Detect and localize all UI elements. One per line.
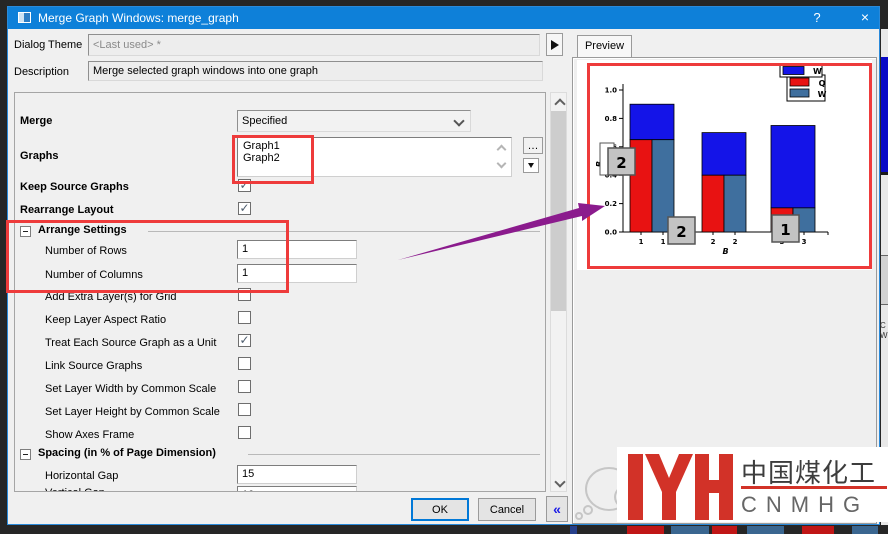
graphs-item-2[interactable]: Graph2 xyxy=(238,152,511,164)
layer-width-scale-label: Set Layer Width by Common Scale xyxy=(45,383,217,395)
merge-label: Merge xyxy=(20,115,53,127)
treat-as-unit-checkbox[interactable] xyxy=(238,334,251,347)
graphs-listbox[interactable]: Graph1 Graph2 xyxy=(237,137,512,177)
watermark-chinese-text: 中国煤化工 xyxy=(741,458,877,488)
background-label-c: C xyxy=(880,321,886,330)
description-label: Description xyxy=(14,66,70,78)
doodle-dot xyxy=(575,512,583,520)
background-color-block xyxy=(712,526,737,534)
horizontal-gap-label: Horizontal Gap xyxy=(45,470,119,482)
svg-text:0.2: 0.2 xyxy=(605,200,618,208)
link-source-graphs-label: Link Source Graphs xyxy=(45,360,143,372)
background-dark-line xyxy=(881,172,888,175)
svg-text:Q: Q xyxy=(819,79,826,88)
dialog-icon xyxy=(18,12,31,23)
play-icon xyxy=(550,39,559,50)
watermark-underline xyxy=(741,486,887,489)
svg-text:W: W xyxy=(818,90,827,99)
background-blue-bar xyxy=(881,57,888,172)
rearrange-checkbox[interactable] xyxy=(238,202,251,215)
keep-source-label: Keep Source Graphs xyxy=(20,181,129,193)
graphs-dropdown-button[interactable] xyxy=(523,158,539,173)
window-title: Merge Graph Windows: merge_graph xyxy=(38,11,239,25)
rearrange-label: Rearrange Layout xyxy=(20,204,114,216)
link-source-graphs-checkbox[interactable] xyxy=(238,357,251,370)
show-axes-frame-checkbox[interactable] xyxy=(238,426,251,439)
svg-text:2: 2 xyxy=(676,223,686,241)
collapse-icon[interactable] xyxy=(20,226,31,237)
tab-preview[interactable]: Preview xyxy=(577,35,632,57)
screenshot-canvas: C W Merge Graph Windows: merge_graph ? ×… xyxy=(0,0,888,534)
section-divider xyxy=(148,231,540,232)
scrollbar-thumb[interactable] xyxy=(551,111,566,311)
svg-text:1: 1 xyxy=(780,221,790,239)
watermark-logo-icon xyxy=(628,454,733,520)
background-color-block xyxy=(852,526,878,534)
clipped-row: Vertical Gap 10 xyxy=(14,485,545,491)
collapse-icon[interactable] xyxy=(20,449,31,460)
number-of-rows-input[interactable]: 1 xyxy=(237,240,357,259)
svg-text:B: B xyxy=(722,247,728,256)
watermark-latin-text: CNMHG xyxy=(741,492,870,517)
cancel-button[interactable]: Cancel xyxy=(478,498,536,521)
layer-width-scale-checkbox[interactable] xyxy=(238,380,251,393)
vertical-gap-label: Vertical Gap xyxy=(45,487,105,491)
layer-height-scale-checkbox[interactable] xyxy=(238,403,251,416)
background-color-block xyxy=(747,526,784,534)
background-color-block xyxy=(570,526,577,534)
dialog-theme-field[interactable]: <Last used> * xyxy=(88,34,540,56)
background-color-block xyxy=(671,526,709,534)
svg-text:0.0: 0.0 xyxy=(605,229,618,237)
theme-flyout-button[interactable] xyxy=(546,33,563,56)
number-of-rows-label: Number of Rows xyxy=(45,245,127,257)
background-label-w: W xyxy=(880,331,888,340)
scroll-up-icon[interactable] xyxy=(554,98,566,110)
help-button[interactable]: ? xyxy=(808,10,826,25)
treat-as-unit-label: Treat Each Source Graph as a Unit xyxy=(45,337,217,349)
scroll-down-icon[interactable] xyxy=(554,476,566,488)
spacing-title: Spacing (in % of Page Dimension) xyxy=(38,447,216,459)
section-divider xyxy=(248,454,540,455)
add-extra-layers-checkbox[interactable] xyxy=(238,288,251,301)
background-color-block xyxy=(802,526,834,534)
svg-text:2: 2 xyxy=(616,154,626,172)
keep-source-checkbox[interactable] xyxy=(238,179,251,192)
number-of-columns-label: Number of Columns xyxy=(45,269,143,281)
dialog-theme-label: Dialog Theme xyxy=(14,39,83,51)
background-color-block xyxy=(627,526,664,534)
svg-text:2: 2 xyxy=(711,238,716,246)
triangle-down-icon xyxy=(528,163,534,168)
doodle-dot xyxy=(583,505,593,515)
preview-chart-svg: 1.00.80.60.40.20.0112233BBQWW221 xyxy=(595,63,829,256)
add-extra-layers-label: Add Extra Layer(s) for Grid xyxy=(45,291,177,303)
close-button[interactable]: × xyxy=(856,9,874,25)
svg-text:2: 2 xyxy=(733,238,738,246)
form-scrollbar[interactable] xyxy=(550,92,567,492)
keep-aspect-ratio-checkbox[interactable] xyxy=(238,311,251,324)
svg-text:3: 3 xyxy=(802,238,807,246)
title-bar[interactable]: Merge Graph Windows: merge_graph ? × xyxy=(8,7,879,29)
graphs-label: Graphs xyxy=(20,150,59,162)
layer-height-scale-label: Set Layer Height by Common Scale xyxy=(45,406,220,418)
background-panel-sliver xyxy=(881,255,888,305)
svg-text:1: 1 xyxy=(661,238,666,246)
watermark: 中国煤化工 CNMHG xyxy=(617,447,888,522)
vertical-gap-input[interactable]: 10 xyxy=(237,486,357,491)
svg-text:1.0: 1.0 xyxy=(605,87,618,95)
svg-text:1: 1 xyxy=(639,238,644,246)
keep-aspect-ratio-label: Keep Layer Aspect Ratio xyxy=(45,314,167,326)
collapse-dialog-button[interactable]: « xyxy=(546,496,568,522)
svg-text:W: W xyxy=(813,67,822,76)
number-of-columns-input[interactable]: 1 xyxy=(237,264,357,283)
svg-text:0.8: 0.8 xyxy=(605,115,618,123)
graphs-browse-button[interactable]: … xyxy=(523,137,543,154)
preview-chart: 1.00.80.60.40.20.0112233BBQWW221 xyxy=(578,60,872,270)
arrange-settings-title: Arrange Settings xyxy=(38,224,127,236)
merge-select[interactable]: Specified xyxy=(237,110,471,132)
description-field: Merge selected graph windows into one gr… xyxy=(88,61,543,81)
graphs-item-1[interactable]: Graph1 xyxy=(238,138,511,152)
horizontal-gap-input[interactable]: 15 xyxy=(237,465,357,484)
show-axes-frame-label: Show Axes Frame xyxy=(45,429,135,441)
ok-button[interactable]: OK xyxy=(411,498,469,521)
